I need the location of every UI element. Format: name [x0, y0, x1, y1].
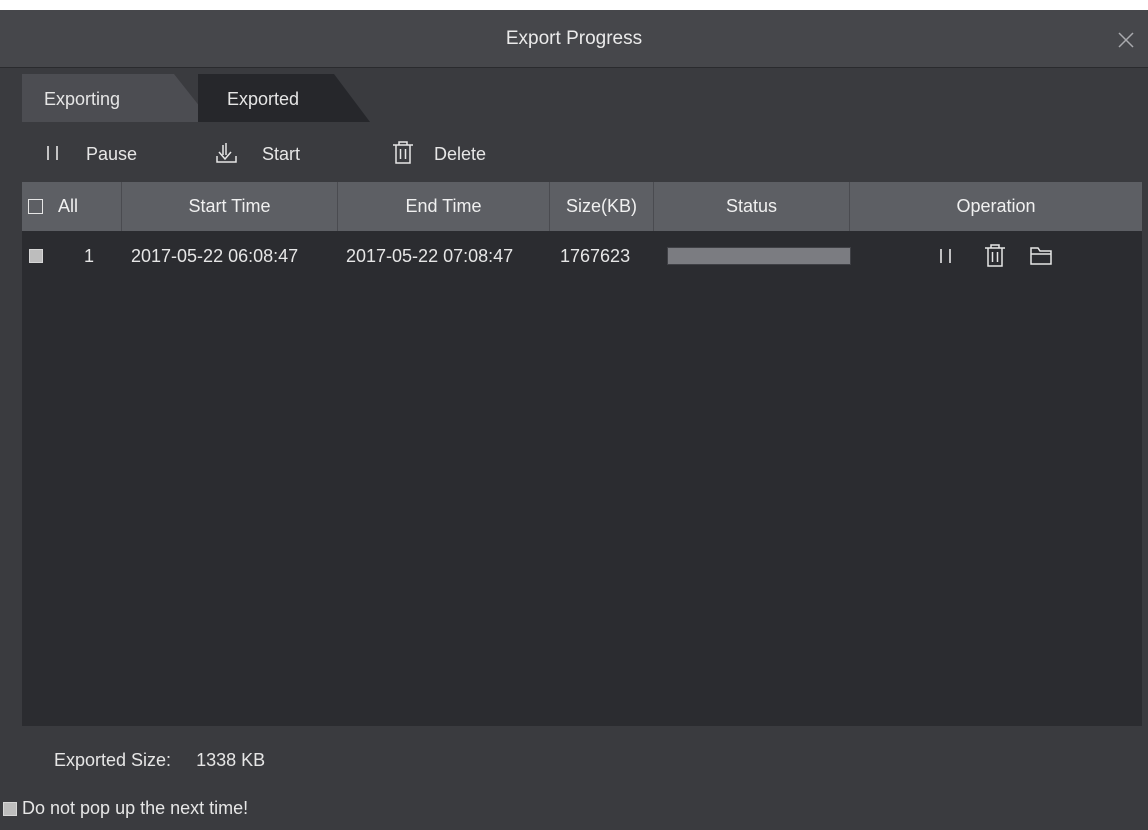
title-bar: Export Progress — [0, 10, 1148, 68]
toolbar: Pause Start Delete — [0, 132, 1148, 174]
select-all-checkbox[interactable] — [28, 199, 43, 214]
table-row[interactable]: 1 2017-05-22 06:08:47 2017-05-22 07:08:4… — [22, 231, 1142, 281]
column-header-operation: Operation — [956, 196, 1036, 216]
exported-size: Exported Size: 1338 KB — [54, 750, 265, 771]
column-header-start-time: Start Time — [122, 182, 338, 231]
exported-size-label: Exported Size: — [54, 750, 172, 770]
tab-exported[interactable]: Exported — [198, 74, 370, 122]
tab-exporting-label: Exporting — [44, 89, 121, 109]
tab-exporting[interactable]: Exporting — [22, 74, 212, 122]
download-icon — [214, 140, 242, 171]
status-progress-fill — [668, 248, 850, 264]
row-pause-icon[interactable] — [934, 243, 960, 269]
row-end-time: 2017-05-22 07:08:47 — [346, 246, 514, 266]
start-label: Start — [262, 144, 301, 164]
pause-button[interactable]: Pause — [42, 132, 162, 174]
start-button[interactable]: Start — [214, 132, 324, 174]
row-checkbox[interactable] — [29, 249, 43, 263]
column-header-status: Status — [654, 182, 850, 231]
row-size: 1767623 — [560, 246, 631, 266]
export-table: All Start Time End Time Size(KB) Status … — [22, 182, 1142, 726]
no-popup-checkbox[interactable] — [3, 802, 17, 816]
no-popup-label: Do not pop up the next time! — [22, 798, 249, 818]
partial-text-strip — [0, 0, 1148, 10]
trash-icon — [390, 140, 416, 171]
row-index: 1 — [84, 246, 95, 266]
tab-exported-label: Exported — [227, 89, 300, 109]
pause-icon — [42, 140, 66, 171]
column-header-size: Size(KB) — [550, 182, 654, 231]
column-all-label: All — [58, 196, 79, 216]
row-start-time: 2017-05-22 06:08:47 — [131, 246, 299, 266]
column-header-end-time: End Time — [338, 182, 550, 231]
row-folder-icon[interactable] — [1028, 243, 1054, 269]
column-header-all: All — [22, 182, 122, 231]
delete-label: Delete — [434, 144, 487, 164]
table-header: All Start Time End Time Size(KB) Status … — [22, 182, 1142, 231]
row-trash-icon[interactable] — [982, 243, 1008, 269]
exported-size-value: 1338 KB — [196, 750, 266, 770]
status-progress-bar — [667, 247, 851, 265]
export-progress-dialog: Export Progress Exporting Exported Pause… — [0, 10, 1148, 830]
pause-label: Pause — [86, 144, 138, 164]
delete-button[interactable]: Delete — [390, 132, 520, 174]
close-icon[interactable] — [1114, 28, 1138, 52]
dialog-title: Export Progress — [505, 28, 643, 49]
tab-bar: Exporting Exported — [0, 72, 1148, 122]
